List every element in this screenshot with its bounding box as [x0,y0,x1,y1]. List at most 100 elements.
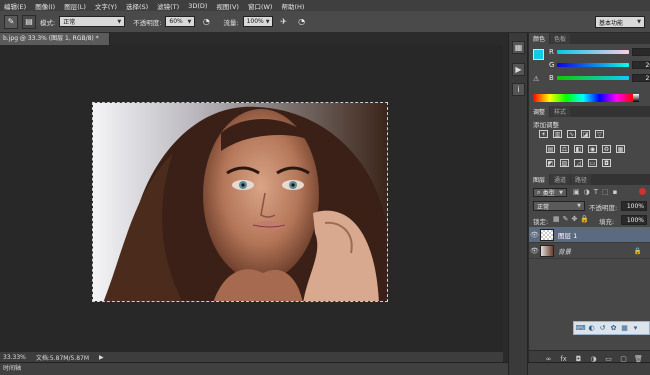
document-canvas[interactable] [92,102,388,302]
tab-layers[interactable]: 图层 [529,174,550,185]
brightness-contrast-icon[interactable]: ☀ [539,130,548,138]
fx-icon[interactable]: fx [559,354,568,363]
vibrance-icon[interactable]: ▽ [595,130,604,138]
eye-icon[interactable]: 👁 [529,247,540,255]
chevron-down-icon: ▼ [117,18,122,25]
actions-icon[interactable]: ▶ [512,63,525,76]
lock-label: 锁定: [533,218,549,226]
layers-panel: 图层 通道 路径 [529,174,650,185]
workspace-select[interactable]: 基本功能 ▼ [595,16,645,28]
pressure-opacity-button[interactable]: ◔ [199,14,214,29]
trash-icon[interactable]: 🗑 [634,354,643,363]
document-tab[interactable]: b.jpg @ 33.3% (图层 1, RGB/8) * [0,33,110,45]
eye-icon[interactable]: 👁 [529,231,540,239]
fill-field[interactable]: 100% [621,215,647,225]
layer-filter-select[interactable]: ⌕ 类型 ▼ [533,188,567,197]
menu-item-view[interactable]: 视图(V) [216,1,239,11]
blue-value-field[interactable]: 231 [632,74,650,82]
blue-slider[interactable] [557,76,629,80]
color-lookup-icon[interactable]: ▦ [616,145,625,153]
opacity-field[interactable]: 60% ▼ [165,16,196,27]
exposure-icon[interactable]: ◪ [581,130,590,138]
tab-styles[interactable]: 样式 [550,106,571,117]
mic-icon[interactable]: ◐ [587,323,596,333]
ime-floating-toolbar[interactable]: ⌨ ◐ ↺ ✿ ▦ ▾ [573,321,650,335]
more-icon[interactable]: ▾ [631,323,640,333]
flow-value: 100% [246,18,264,25]
selective-color-icon[interactable]: ◘ [602,159,611,167]
tab-color[interactable]: 颜色 [529,33,550,44]
gradient-map-icon[interactable]: ▭ [588,159,597,167]
color-balance-icon[interactable]: ⚖ [560,145,569,153]
color-spectrum-bar[interactable] [533,94,633,102]
menu-item-type[interactable]: 文字(Y) [95,1,117,11]
levels-icon[interactable]: ▥ [553,130,562,138]
layer-name[interactable]: 背景 [558,246,571,256]
adjustment-layer-icon[interactable]: ◑ [589,354,598,363]
red-label: R [549,48,554,56]
curves-icon[interactable]: ∿ [567,130,576,138]
tab-adjustments[interactable]: 调整 [529,106,550,117]
layer-name[interactable]: 图层 1 [558,230,577,240]
channel-mixer-icon[interactable]: ♻ [602,145,611,153]
fill-label: 填充: [599,218,615,226]
link-icon[interactable]: ∞ [544,354,553,363]
green-value-field[interactable]: 203 [632,61,650,69]
mask-icon[interactable]: ◘ [574,354,583,363]
mode-label: 模式: [40,18,56,27]
tab-channels[interactable]: 通道 [550,174,571,185]
history-icon[interactable]: ▦ [512,41,525,54]
tab-paths[interactable]: 路径 [571,174,592,185]
zoom-level[interactable]: 33.33% [3,354,26,361]
hue-saturation-icon[interactable]: ▤ [546,145,555,153]
brush-panel-button[interactable]: ▤ [22,14,36,29]
shirt-icon[interactable]: ✿ [609,323,618,333]
menu-item-layer[interactable]: 图层(L) [64,1,86,11]
menu-item-select[interactable]: 选择(S) [126,1,148,11]
menu-item-help[interactable]: 帮助(H) [281,1,304,11]
settings-icon[interactable]: ↺ [598,323,607,333]
red-slider[interactable] [557,50,629,54]
green-label: G [549,61,555,69]
menu-item-filter[interactable]: 滤镜(T) [157,1,179,11]
menu-item-image[interactable]: 图像(I) [35,1,55,11]
posterize-icon[interactable]: ▨ [560,159,569,167]
layer-opacity-field[interactable]: 100% [621,201,647,211]
menu-item-3d[interactable]: 3D(D) [188,2,207,10]
tab-swatches[interactable]: 色板 [550,33,571,44]
lock-icons[interactable]: ▦✎✥🔒 [553,215,592,223]
keyboard-icon[interactable]: ⌨ [575,323,585,333]
blue-label: B [549,74,554,82]
tool-preset-button[interactable]: ✎ [4,14,18,29]
menu-item-edit[interactable]: 编辑(E) [4,1,26,11]
blend-mode-select[interactable]: 正常 ▼ [533,201,585,211]
grayscale-bar[interactable] [633,94,639,102]
green-slider-row: G 203 [549,61,650,69]
red-value-field[interactable]: 14 [632,48,650,56]
filter-toggle-icon[interactable] [639,188,646,195]
portrait-image [93,103,387,301]
flow-field[interactable]: 100% ▼ [242,16,273,27]
timeline-panel[interactable]: 时间轴 [0,362,650,375]
document-size[interactable]: 文档:5.87M/5.87M [36,353,89,362]
pressure-size-button[interactable]: ◔ [294,14,309,29]
workspace-value: 基本功能 [599,19,624,27]
airbrush-button[interactable]: ✈ [276,14,291,29]
menu-item-window[interactable]: 窗口(W) [248,1,273,11]
threshold-icon[interactable]: ◿ [574,159,583,167]
layer-row-layer1[interactable]: 👁 图层 1 [529,227,650,243]
layer-filter-icons[interactable]: ▣◑T⬚▪ [573,188,621,196]
blue-slider-row: B 231 [549,74,650,82]
photo-filter-icon[interactable]: ◉ [588,145,597,153]
chevron-right-icon[interactable]: ▶ [99,354,104,361]
new-layer-icon[interactable]: ▢ [619,354,628,363]
folder-icon[interactable]: ▭ [604,354,613,363]
info-icon[interactable]: ⅰ [512,83,525,96]
grid-icon[interactable]: ▦ [620,323,629,333]
foreground-color-swatch[interactable] [533,49,544,60]
layer-row-background[interactable]: 👁 背景 🔒 [529,243,650,259]
invert-icon[interactable]: ◩ [546,159,555,167]
mode-select[interactable]: 正常 ▼ [59,16,126,27]
black-white-icon[interactable]: ◧ [574,145,583,153]
green-slider[interactable] [557,63,629,67]
